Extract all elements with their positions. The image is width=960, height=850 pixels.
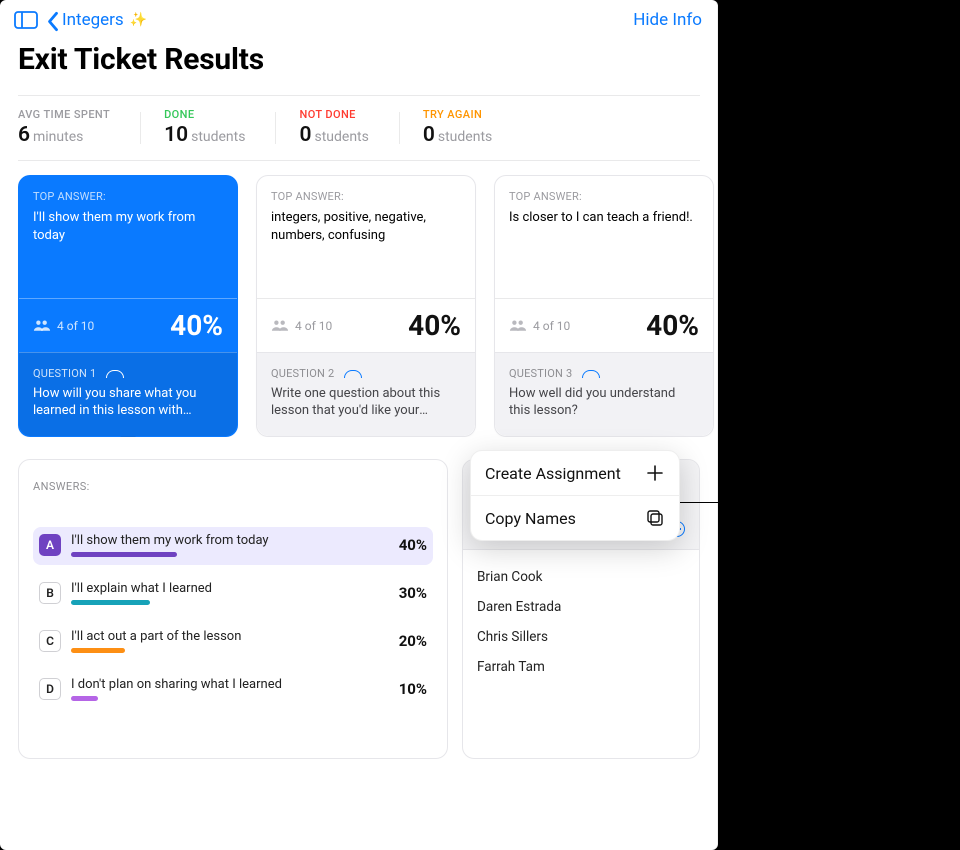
stat-try-again: TRY AGAIN 0students xyxy=(399,108,522,148)
context-popover: Create Assignment Copy Names xyxy=(470,450,680,541)
answers-panel: ANSWERS: A I'll show them my work from to… xyxy=(18,459,448,759)
students-list: Brian CookDaren EstradaChris SillersFarr… xyxy=(463,550,699,694)
back-label: Integers xyxy=(62,10,124,30)
question-text: Write one question about this lesson tha… xyxy=(271,386,461,420)
sidebar-toggle-icon[interactable] xyxy=(14,11,38,29)
option-badge: D xyxy=(39,678,61,700)
answer-pct: 40% xyxy=(646,309,699,342)
stat-label: AVG TIME SPENT xyxy=(18,108,110,121)
popover-copy-names[interactable]: Copy Names xyxy=(471,495,679,540)
top-answer-label: TOP ANSWER: xyxy=(33,190,223,203)
answer-text: I'll explain what I learned xyxy=(71,581,373,596)
app-viewport: Integers ✨ Hide Info Exit Ticket Results… xyxy=(0,0,718,850)
answer-pct: 30% xyxy=(383,584,427,602)
popover-label: Copy Names xyxy=(485,509,576,528)
popover-create-assignment[interactable]: Create Assignment xyxy=(471,451,679,495)
back-link[interactable]: Integers ✨ xyxy=(46,10,147,30)
answer-pct: 40% xyxy=(170,309,223,342)
option-badge: A xyxy=(39,534,61,556)
stat-value: 0students xyxy=(423,123,492,148)
answer-pct: 10% xyxy=(383,680,427,698)
topbar-left: Integers ✨ xyxy=(14,10,147,30)
popover-label: Create Assignment xyxy=(485,464,621,483)
answer-count: 4 of 10 xyxy=(271,319,332,333)
copy-icon xyxy=(645,508,665,528)
answer-text: I'll act out a part of the lesson xyxy=(71,629,373,644)
option-badge: C xyxy=(39,630,61,652)
people-icon xyxy=(33,320,51,332)
answer-pct: 40% xyxy=(383,536,427,554)
people-icon xyxy=(271,320,289,332)
top-answer-label: TOP ANSWER: xyxy=(509,190,699,203)
answer-pct: 20% xyxy=(383,632,427,650)
stat-not-done: NOT DONE 0students xyxy=(275,108,398,148)
answer-bar xyxy=(71,600,150,605)
stat-avg-time: AVG TIME SPENT 6minutes xyxy=(18,108,140,148)
top-answer-text: Is closer to I can teach a friend!. xyxy=(509,209,699,227)
sparkle-icon: ✨ xyxy=(130,12,147,28)
stat-label: DONE xyxy=(164,108,245,121)
black-margin xyxy=(718,0,960,850)
stat-label: NOT DONE xyxy=(299,108,368,121)
answer-bar xyxy=(71,648,125,653)
chevron-left-icon xyxy=(46,11,60,29)
answer-bar xyxy=(71,552,177,557)
student-item[interactable]: Daren Estrada xyxy=(477,592,685,622)
callout-line xyxy=(680,502,718,503)
top-answer-text: I'll show them my work from today xyxy=(33,209,223,244)
arc-icon xyxy=(582,370,600,378)
question-text: How well did you understand this lesson? xyxy=(509,386,699,420)
student-item[interactable]: Chris Sillers xyxy=(477,622,685,652)
answer-option-d[interactable]: D I don't plan on sharing what I learned 1… xyxy=(33,671,433,709)
option-badge: B xyxy=(39,582,61,604)
answer-text: I'll show them my work from today xyxy=(71,533,373,548)
arc-icon xyxy=(106,370,124,378)
topbar: Integers ✨ Hide Info xyxy=(0,0,718,38)
student-item[interactable]: Brian Cook xyxy=(477,562,685,592)
question-card-1[interactable]: TOP ANSWER: I'll show them my work from … xyxy=(18,175,238,437)
stat-label: TRY AGAIN xyxy=(423,108,492,121)
top-answer-text: integers, positive, negative, numbers, c… xyxy=(271,209,461,244)
answers-label: ANSWERS: xyxy=(33,480,433,493)
top-answer-label: TOP ANSWER: xyxy=(271,190,461,203)
answer-count: 4 of 10 xyxy=(33,319,94,333)
answer-text: I don't plan on sharing what I learned xyxy=(71,677,373,692)
student-item[interactable]: Farrah Tam xyxy=(477,652,685,682)
page-title: Exit Ticket Results xyxy=(0,38,718,95)
stat-value: 6minutes xyxy=(18,123,110,148)
answer-option-a[interactable]: A I'll show them my work from today 40% xyxy=(33,527,433,565)
stat-value: 10students xyxy=(164,123,245,148)
question-text: How will you share what you learned in t… xyxy=(33,386,223,420)
plus-icon xyxy=(645,463,665,483)
stat-value: 0students xyxy=(299,123,368,148)
answer-option-b[interactable]: B I'll explain what I learned 30% xyxy=(33,575,433,613)
question-cards: TOP ANSWER: I'll show them my work from … xyxy=(0,161,718,437)
arc-icon xyxy=(344,370,362,378)
stats-row: AVG TIME SPENT 6minutes DONE 10students … xyxy=(0,96,718,160)
question-card-2[interactable]: TOP ANSWER: integers, positive, negative… xyxy=(256,175,476,437)
hide-info-button[interactable]: Hide Info xyxy=(633,10,702,30)
question-number: QUESTION 2 xyxy=(271,367,461,380)
question-number: QUESTION 3 xyxy=(509,367,699,380)
answer-option-c[interactable]: C I'll act out a part of the lesson 20% xyxy=(33,623,433,661)
stat-done: DONE 10students xyxy=(140,108,275,148)
answer-count: 4 of 10 xyxy=(509,319,570,333)
question-card-3[interactable]: TOP ANSWER: Is closer to I can teach a f… xyxy=(494,175,714,437)
question-number: QUESTION 1 xyxy=(33,367,223,380)
answer-pct: 40% xyxy=(408,309,461,342)
people-icon xyxy=(509,320,527,332)
answer-bar xyxy=(71,696,98,701)
